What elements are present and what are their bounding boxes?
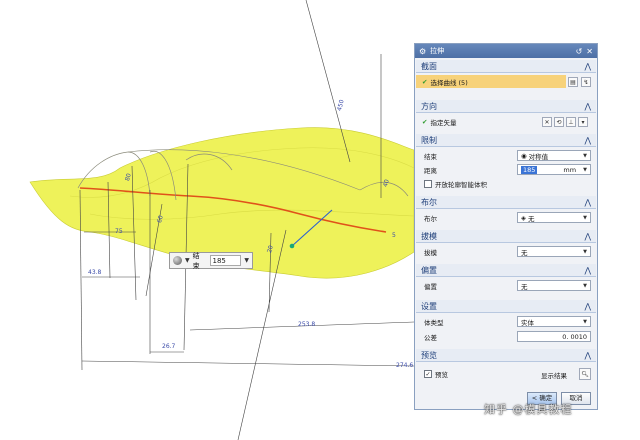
preview-heading[interactable]: 预览 ⋀ bbox=[416, 349, 596, 362]
show-result-label[interactable]: 显示结果 bbox=[541, 370, 567, 380]
chevron-down-icon[interactable]: ▼ bbox=[185, 257, 190, 264]
curve-select-icon[interactable]: ↯ bbox=[581, 77, 591, 87]
chevron-down-icon: ▼ bbox=[583, 152, 587, 159]
inline-end-value[interactable]: 185 bbox=[209, 255, 242, 266]
dimension-label[interactable]: 75 bbox=[115, 228, 123, 235]
symmetric-icon: ◉ bbox=[521, 151, 527, 160]
chevron-down-icon[interactable]: ▼ bbox=[244, 257, 249, 264]
dialog-title-bar[interactable]: ⚙ 拉伸 ↺ ✕ bbox=[415, 44, 597, 58]
draft-panel: 拔模 ⋀ 拔模 无 ▼ bbox=[416, 230, 596, 262]
chevron-up-icon[interactable]: ⋀ bbox=[584, 302, 591, 311]
end-type-icon[interactable] bbox=[173, 256, 182, 265]
chevron-down-icon[interactable]: ▾ bbox=[578, 117, 588, 127]
open-profile-label: 开放轮廓智能体积 bbox=[435, 180, 487, 189]
offset-panel: 偏置 ⋀ 偏置 无 ▼ bbox=[416, 264, 596, 296]
section-sketch-icon[interactable]: ▤ bbox=[568, 77, 578, 87]
body-type-select[interactable]: 实体 ▼ bbox=[517, 316, 591, 327]
chevron-up-icon[interactable]: ⋀ bbox=[584, 102, 591, 111]
select-curve-label: 选择曲线 (5) bbox=[430, 78, 468, 87]
inline-end-label: 结束 bbox=[192, 251, 200, 270]
settings-heading[interactable]: 设置 ⋀ bbox=[416, 300, 596, 313]
extrude-dialog: ⚙ 拉伸 ↺ ✕ 截面 ⋀ ✔ 选择曲线 (5) ▤ ↯ 方向 ⋀ ✔ 指定矢量… bbox=[414, 43, 598, 413]
limits-heading[interactable]: 限制 ⋀ bbox=[416, 134, 596, 147]
chevron-up-icon[interactable]: ⋀ bbox=[584, 232, 591, 241]
chevron-up-icon[interactable]: ⋀ bbox=[584, 351, 591, 360]
tolerance-label: 公差 bbox=[424, 333, 437, 342]
chevron-down-icon: ▼ bbox=[583, 318, 587, 325]
end-label: 结束 bbox=[424, 152, 437, 161]
offset-label: 偏置 bbox=[424, 282, 437, 291]
dimension-label[interactable]: 43.8 bbox=[88, 269, 101, 276]
chevron-down-icon: ▼ bbox=[583, 282, 587, 289]
direction-panel: 方向 ⋀ ✔ 指定矢量 ✕ ⟲ ⊥ ▾ bbox=[416, 100, 596, 133]
watermark: 知乎 @模具教程 bbox=[484, 403, 573, 416]
preview-row[interactable]: ✓ 预览 bbox=[416, 367, 596, 380]
vector-handle bbox=[289, 243, 295, 249]
chevron-up-icon[interactable]: ⋀ bbox=[584, 62, 591, 71]
draft-heading[interactable]: 拔模 ⋀ bbox=[416, 230, 596, 243]
reset-icon[interactable]: ↺ bbox=[576, 47, 583, 56]
chevron-up-icon[interactable]: ⋀ bbox=[584, 266, 591, 275]
draft-label: 拔模 bbox=[424, 248, 437, 257]
chevron-down-icon: ▼ bbox=[583, 166, 587, 173]
magnifier-icon[interactable]: 🔍︎ bbox=[579, 368, 591, 380]
boolean-heading[interactable]: 布尔 ⋀ bbox=[416, 196, 596, 209]
distance-unit: mm bbox=[563, 165, 577, 174]
end-type-select[interactable]: ◉ 对称值 ▼ bbox=[517, 150, 591, 161]
specify-vector-label: 指定矢量 bbox=[430, 118, 457, 127]
section-panel: 截面 ⋀ ✔ 选择曲线 (5) ▤ ↯ bbox=[416, 60, 596, 98]
reverse-direction-icon[interactable]: ✕ bbox=[542, 117, 552, 127]
select-curve-row[interactable]: ✔ 选择曲线 (5) bbox=[416, 75, 566, 88]
dimension-label[interactable]: 5 bbox=[392, 232, 396, 239]
distance-label: 距离 bbox=[424, 166, 437, 175]
distance-input[interactable]: 185 mm ▼ bbox=[517, 164, 591, 175]
draft-select[interactable]: 无 ▼ bbox=[517, 246, 591, 257]
vector-axis-icon[interactable]: ⊥ bbox=[566, 117, 576, 127]
limits-panel: 限制 ⋀ 结束 ◉ 对称值 ▼ 距离 185 mm ▼ 开放轮廓智能体积 bbox=[416, 134, 596, 194]
offset-heading[interactable]: 偏置 ⋀ bbox=[416, 264, 596, 277]
direction-heading[interactable]: 方向 ⋀ bbox=[416, 100, 596, 113]
close-icon[interactable]: ✕ bbox=[586, 47, 593, 56]
open-profile-checkbox[interactable] bbox=[424, 179, 432, 188]
body-type-label: 体类型 bbox=[424, 318, 444, 327]
chevron-down-icon: ▼ bbox=[583, 214, 587, 221]
boolean-select[interactable]: ◈ 无 ▼ bbox=[517, 212, 591, 223]
inline-distance-input[interactable]: ▼ 结束 185 ▼ bbox=[169, 251, 253, 270]
chevron-up-icon[interactable]: ⋀ bbox=[584, 198, 591, 207]
dimension-label[interactable]: 253.8 bbox=[298, 321, 315, 328]
chevron-up-icon[interactable]: ⋀ bbox=[584, 136, 591, 145]
tolerance-input[interactable]: 0. 0010 bbox=[517, 331, 591, 342]
boolean-label: 布尔 bbox=[424, 214, 437, 223]
check-icon: ✔ bbox=[422, 117, 428, 126]
dialog-title: 拉伸 bbox=[430, 47, 445, 55]
preview-checkbox[interactable]: ✓ bbox=[424, 369, 432, 378]
dimension-label[interactable]: 26.7 bbox=[162, 343, 175, 350]
preview-label: 预览 bbox=[435, 370, 448, 379]
boolean-none-icon: ◈ bbox=[521, 213, 526, 222]
section-heading[interactable]: 截面 ⋀ bbox=[416, 60, 596, 73]
dimension-label[interactable]: 274.6 bbox=[396, 362, 413, 369]
check-icon: ✔ bbox=[422, 77, 428, 86]
open-profile-row[interactable]: 开放轮廓智能体积 bbox=[416, 177, 596, 190]
boolean-panel: 布尔 ⋀ 布尔 ◈ 无 ▼ bbox=[416, 196, 596, 228]
vector-dialog-icon[interactable]: ⟲ bbox=[554, 117, 564, 127]
offset-select[interactable]: 无 ▼ bbox=[517, 280, 591, 291]
settings-panel: 设置 ⋀ 体类型 实体 ▼ 公差 0. 0010 bbox=[416, 300, 596, 346]
gear-icon[interactable]: ⚙ bbox=[419, 47, 426, 56]
preview-panel: 预览 ⋀ ✓ 预览 显示结果 🔍︎ bbox=[416, 349, 596, 385]
chevron-down-icon: ▼ bbox=[583, 248, 587, 255]
